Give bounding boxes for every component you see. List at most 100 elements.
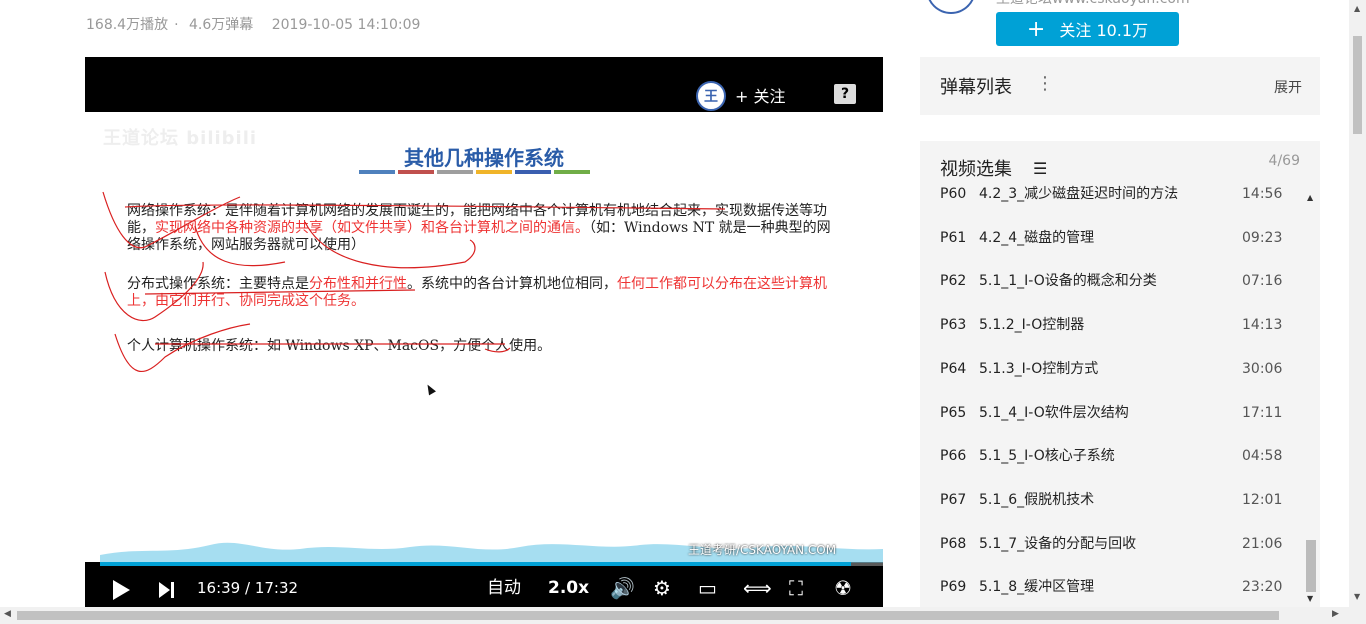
scroll-left-arrow-icon[interactable]: ◀ <box>4 609 11 619</box>
episode-duration: 12:01 <box>1242 491 1283 508</box>
follow-label: 关注 10.1万 <box>1059 21 1149 40</box>
slide-paragraph-personal: 个人计算机操作系统：如 Windows XP、MacOS，方便个人使用。 <box>127 338 552 354</box>
title-stripe <box>515 170 551 174</box>
player-follow-button[interactable]: + 关注 <box>735 83 786 107</box>
episode-duration: 14:56 <box>1242 186 1283 202</box>
episode-duration: 09:23 <box>1242 229 1283 246</box>
episode-item[interactable]: P63 5.1.2_I-O控制器 14:13 <box>920 315 1320 359</box>
episode-item[interactable]: P69 5.1_8_缓冲区管理 23:20 <box>920 577 1320 607</box>
episode-title: 4.2_4_磁盘的管理 <box>979 229 1095 246</box>
page-vertical-scrollbar[interactable]: ▲ ▼ <box>1349 0 1366 607</box>
episode-title: 5.1_4_I-O软件层次结构 <box>979 404 1129 421</box>
episode-count: 4/69 <box>1268 153 1300 169</box>
progress-bar[interactable] <box>100 562 883 566</box>
episode-duration: 14:13 <box>1242 317 1283 334</box>
episode-number: P66 <box>940 448 967 465</box>
video-stats: 168.4万播放 · 4.6万弹幕 2019-10-05 14:10:09 <box>86 17 421 33</box>
scroll-up-icon[interactable]: ▲ <box>1307 193 1313 202</box>
episode-title: 5.1.2_I-O控制器 <box>979 317 1085 334</box>
title-stripe <box>359 170 395 174</box>
episode-title: 5.1_1_I-O设备的概念和分类 <box>979 273 1157 290</box>
uploader-logo-icon[interactable]: 王 <box>696 81 726 111</box>
page-scroll-thumb[interactable] <box>1353 36 1362 134</box>
expand-button[interactable]: 展开 <box>1274 77 1302 97</box>
episode-number: P63 <box>940 317 967 334</box>
progress-fill <box>100 562 851 566</box>
list-icon[interactable]: ☰ <box>1033 159 1047 178</box>
scroll-down-arrow-icon[interactable]: ▼ <box>1354 592 1360 601</box>
danmaku-list-panel: 弹幕列表 ⋮ 展开 <box>920 57 1320 115</box>
total-time: 17:32 <box>254 579 299 597</box>
episode-number: P69 <box>940 579 967 596</box>
episode-title: 5.1_8_缓冲区管理 <box>979 579 1095 596</box>
quality-button[interactable]: 自动 <box>487 569 521 607</box>
scroll-up-arrow-icon[interactable]: ▲ <box>1354 4 1360 13</box>
episode-title: 5.1.3_I-O控制方式 <box>979 360 1099 377</box>
episode-number: P68 <box>940 535 967 552</box>
episode-duration: 04:58 <box>1242 448 1283 465</box>
danmaku-count: 4.6万弹幕 <box>189 17 254 33</box>
episode-duration: 07:16 <box>1242 273 1283 290</box>
title-stripe <box>476 170 512 174</box>
title-stripe <box>437 170 473 174</box>
more-icon[interactable]: ⋮ <box>1036 73 1054 94</box>
episode-item[interactable]: P68 5.1_7_设备的分配与回收 21:06 <box>920 534 1320 578</box>
episode-duration: 17:11 <box>1242 404 1283 421</box>
scrollbar-thumb[interactable] <box>1306 540 1316 592</box>
picture-in-picture-icon[interactable]: ▭ <box>698 569 717 607</box>
slide-paragraph-network: 网络操作系统：是伴随着计算机网络的发展而诞生的，能把网络中各个计算机有机地结合起… <box>127 203 831 253</box>
current-time: 16:39 <box>197 579 241 597</box>
follow-button[interactable]: + 关注 10.1万 <box>996 12 1179 46</box>
episode-title: 4.2_3_减少磁盘延迟时间的方法 <box>979 186 1179 202</box>
episode-number: P67 <box>940 491 967 508</box>
episode-item[interactable]: P65 5.1_4_I-O软件层次结构 17:11 <box>920 403 1320 447</box>
episode-item[interactable]: P62 5.1_1_I-O设备的概念和分类 07:16 <box>920 271 1320 315</box>
episode-duration: 21:06 <box>1242 535 1283 552</box>
episode-number: P60 <box>940 186 967 202</box>
volume-icon[interactable]: 🔊 <box>610 569 635 607</box>
episode-item[interactable]: P60 4.2_3_减少磁盘延迟时间的方法 14:56 <box>920 184 1320 228</box>
scroll-down-icon[interactable]: ▼ <box>1307 594 1313 603</box>
video-frame[interactable]: 王道论坛 bilibili 其他几种操作系统 网络操作系统：是伴随着计算机网络的… <box>85 112 883 562</box>
episode-list-panel: 视频选集 ☰ 4/69 P60 4.2_3_减少磁盘延迟时间的方法 14:56 P61… <box>920 141 1320 607</box>
help-icon[interactable]: ? <box>834 84 856 104</box>
episode-number: P62 <box>940 273 967 290</box>
episode-number: P65 <box>940 404 967 421</box>
pen-annotations <box>102 191 726 372</box>
slide-paragraph-distributed: 分布式操作系统：主要特点是分布性和并行性。系统中的各台计算机地位相同，任何工作都… <box>127 276 827 309</box>
speed-button[interactable]: 2.0x <box>548 569 589 607</box>
slide-title: 其他几种操作系统 <box>404 146 564 170</box>
fullscreen-icon[interactable]: ⛶ <box>789 569 803 607</box>
episode-list-scrollbar[interactable]: ▲ ▼ <box>1305 186 1317 607</box>
player-controls: 16:39 / 17:32 自动 2.0x 🔊 ⚙ ▭ ⟺ ⛶ ☢ <box>85 569 883 607</box>
big-play-overlay-icon[interactable] <box>765 482 835 544</box>
episode-duration: 30:06 <box>1242 360 1283 377</box>
episode-item[interactable]: P66 5.1_5_I-O核心子系统 04:58 <box>920 446 1320 490</box>
episode-item[interactable]: P67 5.1_6_假脱机技术 12:01 <box>920 490 1320 534</box>
danmaku-icon[interactable]: ☢ <box>834 569 852 607</box>
gear-icon[interactable]: ⚙ <box>653 569 671 607</box>
time-display: 16:39 / 17:32 <box>197 579 299 597</box>
title-stripes <box>359 170 590 174</box>
video-player[interactable]: 王 + 关注 ? 王道论坛 bilibili 其他几种操作系统 网络操作系统：是… <box>85 57 883 607</box>
episode-title: 5.1_7_设备的分配与回收 <box>979 535 1137 552</box>
danmaku-list-title: 弹幕列表 <box>940 77 1012 98</box>
episode-duration: 23:20 <box>1242 579 1283 596</box>
episode-item[interactable]: P61 4.2_4_磁盘的管理 09:23 <box>920 228 1320 272</box>
widescreen-icon[interactable]: ⟺ <box>743 569 772 607</box>
episode-title: 5.1_6_假脱机技术 <box>979 491 1095 508</box>
uploader-avatar[interactable] <box>926 0 976 14</box>
plus-icon: + <box>1026 16 1046 42</box>
episode-number: P61 <box>940 229 967 246</box>
episode-item[interactable]: P64 5.1.3_I-O控制方式 30:06 <box>920 359 1320 403</box>
mouse-cursor-icon <box>424 382 436 396</box>
uploader-name[interactable]: 王道论坛www.cskaoyan.com <box>996 0 1190 8</box>
page-horizontal-scrollbar[interactable]: ◀ ▶ <box>0 607 1366 624</box>
site-watermark: 王道考研/CSKAOYAN.COM <box>688 543 837 557</box>
page-hscroll-thumb[interactable] <box>17 611 1279 620</box>
player-top-bar: 王 + 关注 ? <box>85 57 883 112</box>
scroll-right-arrow-icon[interactable]: ▶ <box>1332 609 1339 619</box>
title-stripe <box>554 170 590 174</box>
episode-title: 5.1_5_I-O核心子系统 <box>979 448 1115 465</box>
publish-date: 2019-10-05 14:10:09 <box>271 17 421 33</box>
